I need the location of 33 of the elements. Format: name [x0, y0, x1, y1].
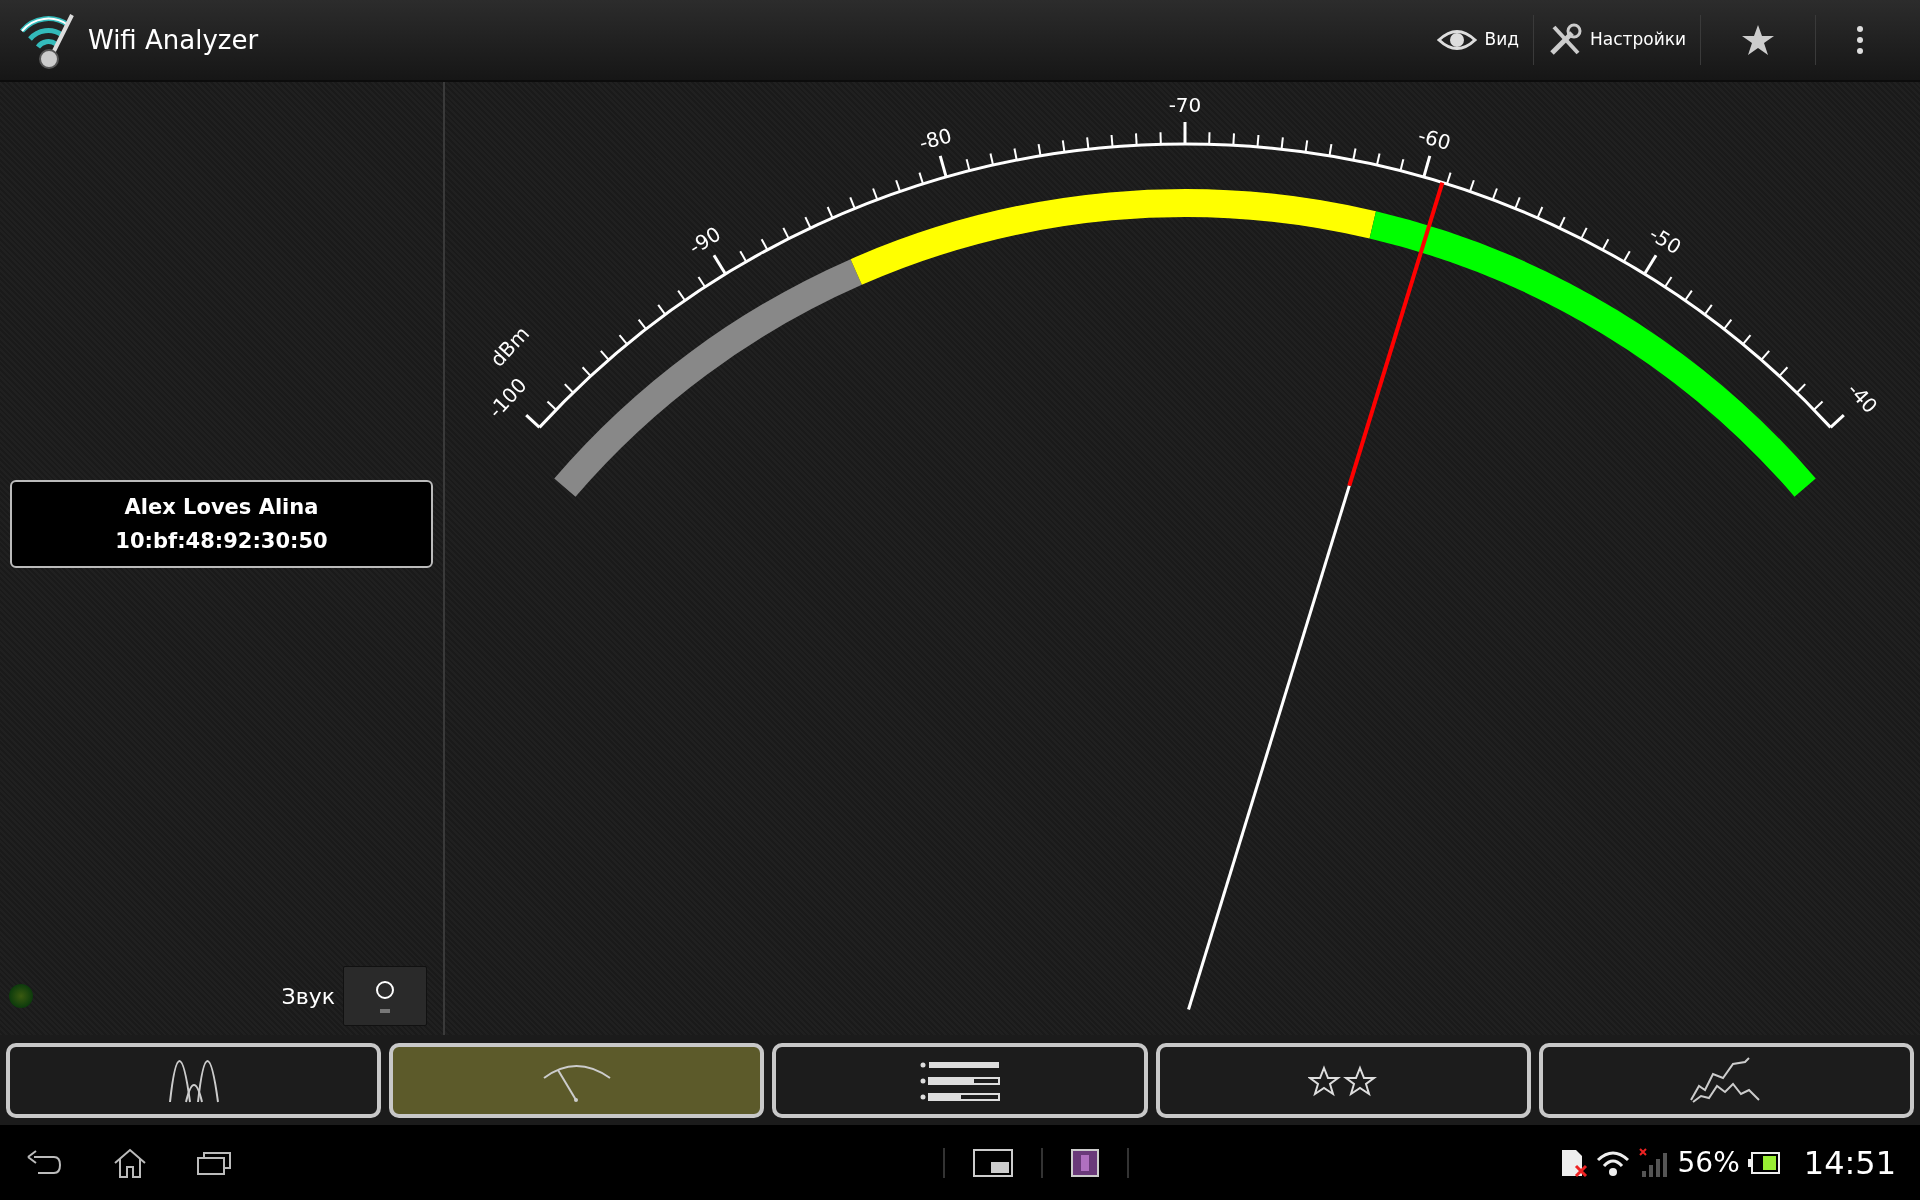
app-title: Wifi Analyzer	[88, 23, 259, 57]
scale-label: -60	[1415, 123, 1454, 156]
scale-label: -50	[1645, 221, 1686, 260]
view-tab[interactable]	[1538, 1043, 1914, 1118]
star-icon	[1741, 23, 1775, 57]
view-button[interactable]: Вид	[1422, 15, 1534, 65]
clock: 14:51	[1803, 1142, 1896, 1184]
view-tab[interactable]	[6, 1043, 382, 1118]
wrench-screwdriver-icon	[1548, 23, 1582, 57]
battery-icon	[1747, 1151, 1780, 1174]
view-tab[interactable]	[1155, 1043, 1531, 1118]
sound-toggle[interactable]	[343, 966, 427, 1026]
view-tab[interactable]	[772, 1043, 1148, 1118]
small-window-icon[interactable]	[972, 1148, 1013, 1177]
mac-address: 10:bf:48:92:30:50	[114, 527, 329, 555]
recent-apps-icon[interactable]	[196, 1149, 232, 1176]
settings-button[interactable]: Настройки	[1534, 15, 1701, 65]
scale-label: -40	[1842, 377, 1883, 419]
network-name: Alex Loves Alina	[123, 493, 320, 521]
cell-signal-off-icon	[1637, 1146, 1670, 1179]
battery-percent: 56%	[1677, 1144, 1740, 1181]
channel-graph-icon	[167, 1057, 220, 1104]
circle-icon	[374, 979, 396, 1001]
overflow-menu-icon	[1856, 25, 1864, 55]
scale-label: -80	[916, 123, 955, 156]
sd-card-error-icon	[1559, 1147, 1588, 1178]
app-tile-icon[interactable]	[1070, 1148, 1099, 1177]
scale-label: -90	[684, 221, 725, 260]
scale-label: -70	[1168, 92, 1202, 117]
eye-icon	[1436, 27, 1477, 53]
sound-label: Звук	[281, 982, 335, 1011]
status-led-icon	[8, 983, 34, 1009]
home-icon[interactable]	[112, 1146, 148, 1179]
